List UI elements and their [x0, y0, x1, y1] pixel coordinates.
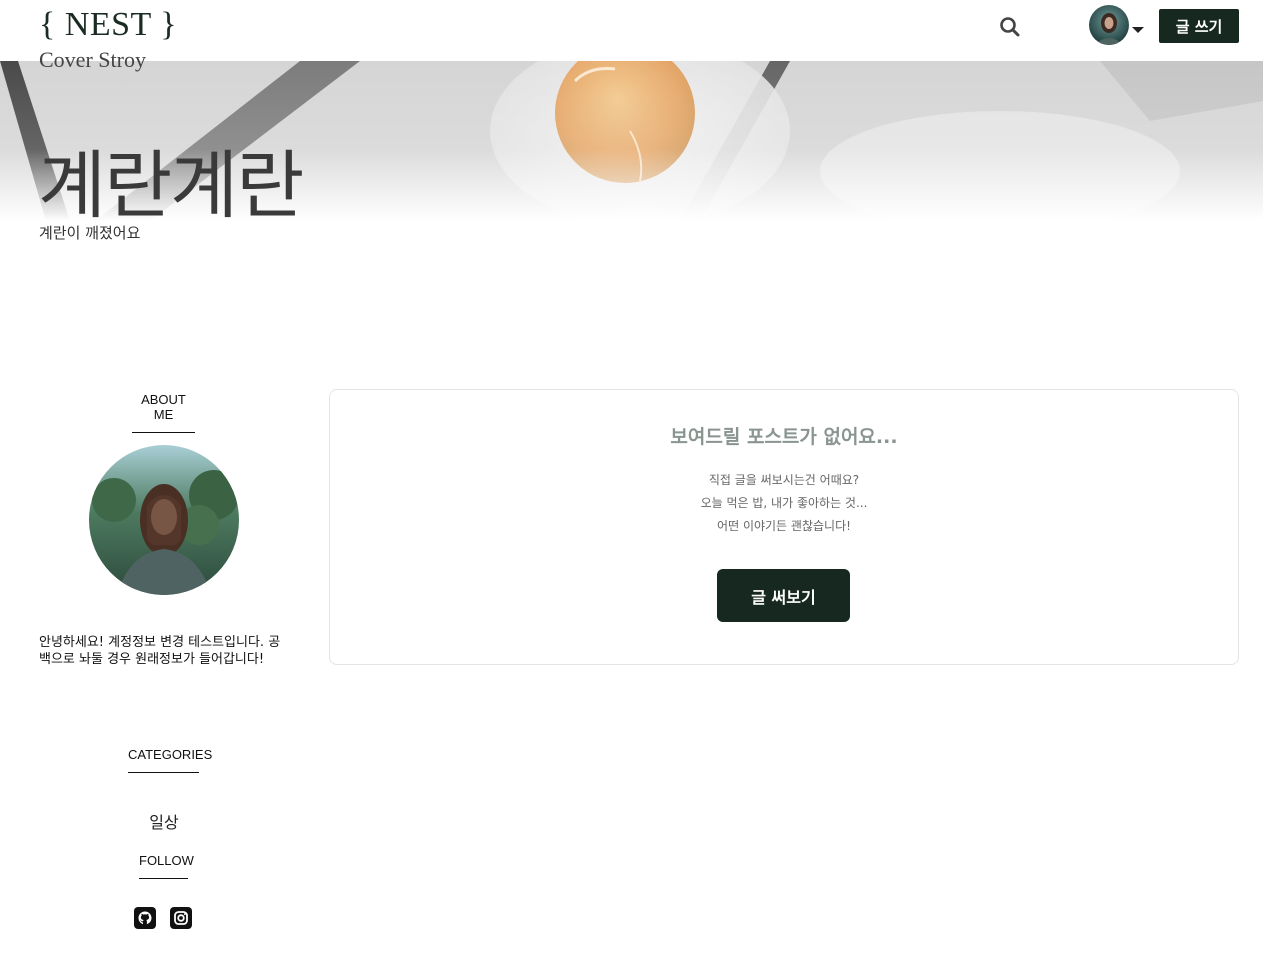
site-logo[interactable]: { NEST }: [39, 6, 177, 44]
cover-label: Cover Stroy: [39, 47, 146, 72]
user-avatar[interactable]: [1089, 5, 1129, 45]
about-me-heading: ABOUT ME: [132, 392, 195, 433]
chevron-down-icon[interactable]: [1131, 20, 1145, 33]
github-icon[interactable]: [134, 907, 156, 929]
profile-photo: [89, 445, 239, 595]
bio-text: 안녕하세요! 계정정보 변경 테스트입니다. 공백으로 놔둘 경우 원래정보가 …: [39, 635, 281, 667]
cover-subtitle: 계란이 깨졌어요: [39, 224, 141, 242]
empty-posts-title: 보여드릴 포스트가 없어요...: [670, 426, 898, 448]
categories-heading: CATEGORIES: [128, 747, 212, 773]
instagram-icon[interactable]: [170, 907, 192, 929]
try-writing-button[interactable]: 글 써보기: [717, 569, 850, 622]
top-navbar: { NEST } 글 쓰기: [0, 0, 1263, 61]
empty-posts-line: 오늘 먹은 밥, 내가 좋아하는 것...: [700, 496, 868, 510]
empty-posts-card: 보여드릴 포스트가 없어요... 직접 글을 써보시는건 어때요? 오늘 먹은 …: [329, 389, 1239, 665]
follow-heading: FOLLOW: [139, 853, 194, 879]
search-icon[interactable]: [998, 15, 1022, 39]
empty-posts-line: 어떤 이야기든 괜찮습니다!: [717, 519, 851, 533]
cover-banner: 계란계란: [0, 61, 1263, 221]
category-item[interactable]: 일상: [140, 809, 188, 833]
empty-posts-line: 직접 글을 써보시는건 어때요?: [708, 473, 860, 487]
write-post-button[interactable]: 글 쓰기: [1159, 9, 1239, 43]
cover-title: 계란계란: [38, 143, 304, 221]
